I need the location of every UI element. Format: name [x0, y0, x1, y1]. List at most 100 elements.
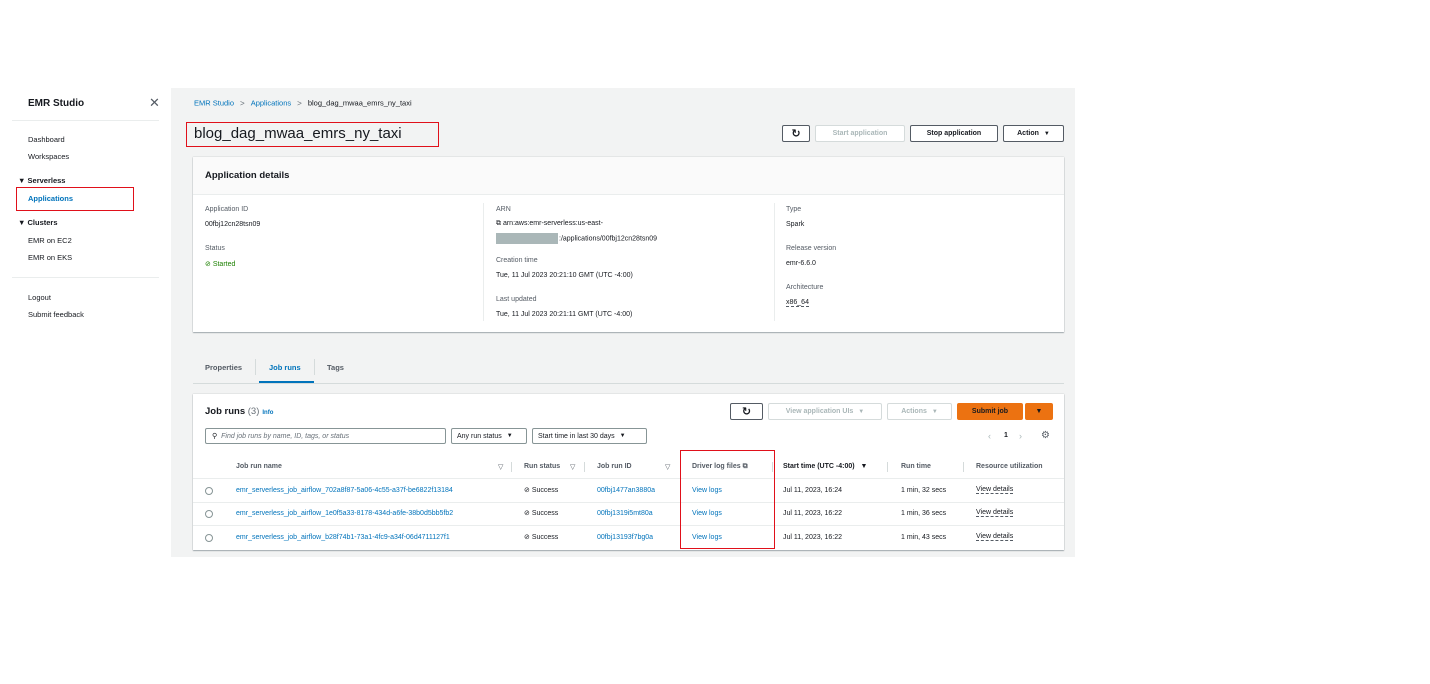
refresh-jobs-button[interactable]: ↻ — [730, 403, 763, 420]
job-run-name-link[interactable]: emr_serverless_job_airflow_b28f74b1-73a1… — [236, 534, 450, 541]
breadcrumb-applications[interactable]: Applications — [251, 99, 291, 108]
release-label: Release version — [786, 245, 837, 252]
app-id-value: 00fbj12cn28tsn09 — [205, 221, 261, 228]
row-select-radio[interactable] — [205, 510, 213, 518]
last-updated-label: Last updated — [496, 296, 537, 303]
status-value: ⊘ Started — [205, 261, 236, 268]
highlight-box — [186, 122, 439, 147]
sidebar-item-dashboard[interactable]: Dashboard — [28, 135, 65, 144]
column-divider — [483, 203, 484, 321]
sidebar-item-feedback[interactable]: Submit feedback — [28, 310, 84, 319]
last-updated-value: Tue, 11 Jul 2023 20:21:11 GMT (UTC -4:00… — [496, 311, 633, 318]
row-divider — [193, 502, 1064, 503]
start-time: Jul 11, 2023, 16:24 — [783, 487, 843, 494]
column-separator — [584, 462, 585, 472]
caret-down-icon: ▼ — [931, 408, 938, 415]
stop-application-button[interactable]: Stop application — [910, 125, 998, 142]
page-number[interactable]: 1 — [1004, 432, 1008, 439]
screenshot-area: EMR Studio ✕ Dashboard Workspaces ▼ Serv… — [12, 88, 1075, 557]
refresh-icon: ↻ — [741, 406, 752, 418]
active-tab-underline — [259, 381, 314, 383]
refresh-icon: ↻ — [791, 128, 801, 140]
col-job-run-id[interactable]: Job run ID — [597, 463, 632, 470]
sidebar-item-workspaces[interactable]: Workspaces — [28, 152, 69, 161]
tab-job-runs[interactable]: Job runs — [269, 363, 301, 372]
col-run-status[interactable]: Run status — [524, 463, 560, 470]
view-application-uis-button[interactable]: View application UIs ▼ — [768, 403, 882, 420]
caret-down-icon: ▼ — [18, 176, 28, 185]
column-separator — [511, 462, 512, 472]
sidebar-section-clusters[interactable]: ▼ Clusters — [18, 218, 58, 227]
highlight-box — [16, 187, 134, 211]
chevron-right-icon: > — [297, 98, 302, 108]
refresh-button[interactable]: ↻ — [782, 125, 810, 142]
action-dropdown-button[interactable]: Action ▼ — [1003, 125, 1064, 142]
sidebar-section-serverless[interactable]: ▼ Serverless — [18, 176, 65, 185]
col-start-time[interactable]: Start time (UTC -4:00) ▼ — [783, 463, 867, 470]
row-select-radio[interactable] — [205, 534, 213, 542]
sidebar-item-logout[interactable]: Logout — [28, 293, 51, 302]
run-status: ⊘ Success — [524, 510, 559, 517]
actions-dropdown-button[interactable]: Actions ▼ — [887, 403, 952, 420]
col-run-time[interactable]: Run time — [901, 463, 931, 470]
redacted-block — [496, 233, 558, 244]
column-divider — [774, 203, 775, 321]
type-value: Spark — [786, 221, 805, 228]
column-separator — [963, 462, 964, 472]
sidebar-item-emr-ec2[interactable]: EMR on EC2 — [28, 236, 72, 245]
job-run-id-link[interactable]: 00fbj13193f7bg0a — [597, 534, 653, 541]
tab-properties[interactable]: Properties — [205, 363, 242, 372]
next-page-icon[interactable]: › — [1019, 431, 1022, 441]
sidebar-nav: EMR Studio ✕ Dashboard Workspaces ▼ Serv… — [12, 88, 171, 557]
row-divider — [193, 478, 1064, 479]
row-divider — [193, 525, 1064, 526]
check-circle-icon: ⊘ — [524, 534, 532, 541]
sidebar-divider — [12, 277, 159, 278]
start-time: Jul 11, 2023, 16:22 — [783, 510, 843, 517]
creation-time-value: Tue, 11 Jul 2023 20:21:10 GMT (UTC -4:00… — [496, 272, 633, 279]
application-details-panel: Application details Application ID 00fbj… — [193, 157, 1064, 332]
status-label: Status — [205, 245, 225, 252]
view-details-link[interactable]: View details — [976, 486, 1014, 494]
search-icon: ⚲ — [212, 433, 218, 440]
col-job-run-name[interactable]: Job run name — [236, 463, 282, 470]
job-runs-title: Job runs (3) Info — [205, 406, 274, 417]
start-application-button[interactable]: Start application — [815, 125, 905, 142]
sort-icon[interactable]: ▽ — [498, 463, 503, 471]
breadcrumb: EMR Studio > Applications > blog_dag_mwaa_em… — [194, 98, 412, 108]
sort-icon[interactable]: ▽ — [665, 463, 670, 471]
row-select-radio[interactable] — [205, 487, 213, 495]
job-run-name-link[interactable]: emr_serverless_job_airflow_1e0f5a33-8178… — [236, 510, 453, 517]
creation-time-label: Creation time — [496, 257, 538, 264]
submit-job-dropdown[interactable]: ▼ — [1025, 403, 1053, 420]
submit-job-button[interactable]: Submit job — [957, 403, 1023, 420]
view-details-link[interactable]: View details — [976, 533, 1014, 541]
run-time: 1 min, 36 secs — [901, 510, 947, 517]
col-resource-utilization[interactable]: Resource utilization — [976, 463, 1043, 470]
sort-icon[interactable]: ▽ — [570, 463, 575, 471]
tab-separator — [314, 359, 315, 375]
settings-gear-icon[interactable]: ⚙ — [1041, 430, 1050, 441]
run-time: 1 min, 43 secs — [901, 534, 947, 541]
prev-page-icon[interactable]: ‹ — [988, 431, 991, 441]
job-run-id-link[interactable]: 00fbj1477an3880a — [597, 487, 655, 494]
tab-tags[interactable]: Tags — [327, 363, 344, 372]
run-status-filter[interactable]: Any run status ▼ — [451, 428, 527, 444]
check-circle-icon: ⊘ — [524, 487, 532, 494]
job-search-input[interactable]: ⚲ Find job runs by name, ID, tags, or sta… — [205, 428, 446, 444]
job-run-id-link[interactable]: 00fbj1319i5mt80a — [597, 510, 653, 517]
caret-down-icon: ▼ — [506, 433, 513, 439]
run-time: 1 min, 32 secs — [901, 487, 947, 494]
job-run-name-link[interactable]: emr_serverless_job_airflow_702a8f87-5a06… — [236, 487, 453, 494]
run-status: ⊘ Success — [524, 487, 559, 494]
column-separator — [887, 462, 888, 472]
caret-down-icon: ▼ — [619, 433, 626, 439]
caret-down-icon: ▼ — [1043, 130, 1050, 137]
view-details-link[interactable]: View details — [976, 509, 1014, 517]
info-link[interactable]: Info — [262, 410, 273, 416]
sidebar-item-emr-eks[interactable]: EMR on EKS — [28, 253, 72, 262]
copy-icon[interactable]: ⧉ — [496, 220, 503, 227]
breadcrumb-emr-studio[interactable]: EMR Studio — [194, 99, 234, 108]
close-icon[interactable]: ✕ — [149, 96, 160, 109]
start-time-filter[interactable]: Start time in last 30 days ▼ — [532, 428, 647, 444]
